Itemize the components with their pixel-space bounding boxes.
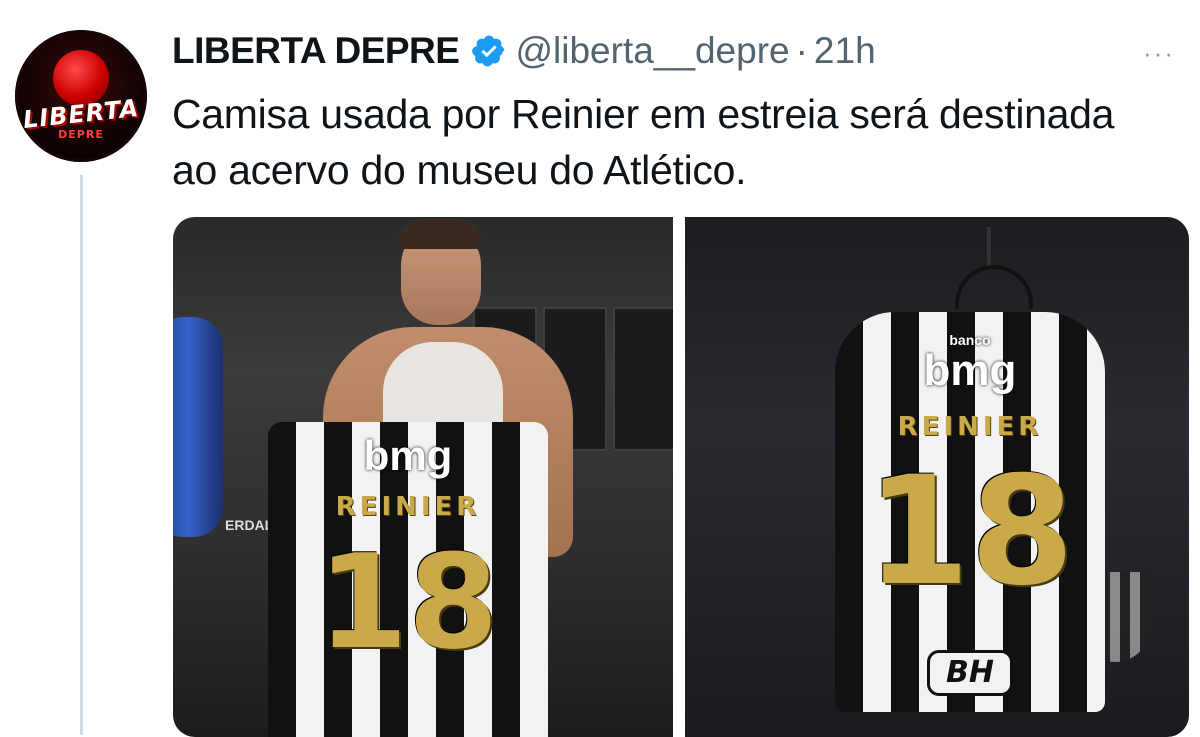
jersey-player-name: REINIER [335, 492, 481, 522]
bh-badge: BH [927, 650, 1013, 696]
photo-player-holding-jersey[interactable]: ERDAL bmg REINIER 18 [173, 217, 673, 737]
tweet-media[interactable]: ERDAL bmg REINIER 18 banco bmg REINIER 1… [173, 217, 1189, 737]
verified-badge-icon [472, 35, 505, 67]
sponsor-logo: bmg [363, 432, 453, 479]
player-hair [399, 219, 483, 249]
more-options-icon[interactable]: ··· [1143, 38, 1175, 69]
jersey-left: bmg REINIER 18 [268, 422, 548, 737]
punching-bag [173, 317, 223, 537]
sponsor-logo: bmg [923, 346, 1017, 395]
tweet-header: LIBERTA DEPRE @liberta__depre · 21h [172, 26, 876, 76]
jersey-player-name: REINIER [897, 412, 1043, 442]
tweet-timestamp[interactable]: 21h [814, 30, 876, 72]
background-sign-text: ERDAL [225, 517, 274, 533]
author-name[interactable]: LIBERTA DEPRE [172, 30, 460, 72]
tweet-text: Camisa usada por Reinier em estreia será… [172, 91, 1115, 193]
jersey-number: 18 [865, 445, 1075, 619]
hanger [955, 265, 1033, 309]
thread-line [80, 175, 83, 735]
separator-dot: · [795, 30, 808, 71]
photo-jersey-on-hanger[interactable]: banco bmg REINIER 18 BH [685, 217, 1189, 737]
author-handle[interactable]: @liberta__depre [515, 30, 789, 72]
profile-avatar[interactable]: LIBERTA DEPRE [15, 30, 147, 162]
avatar-logo-sub: DEPRE [58, 128, 104, 141]
hanger-hook [987, 227, 991, 267]
jersey-number: 18 [317, 526, 499, 678]
locker [613, 307, 673, 451]
jersey-right: banco bmg REINIER 18 BH [835, 312, 1105, 712]
